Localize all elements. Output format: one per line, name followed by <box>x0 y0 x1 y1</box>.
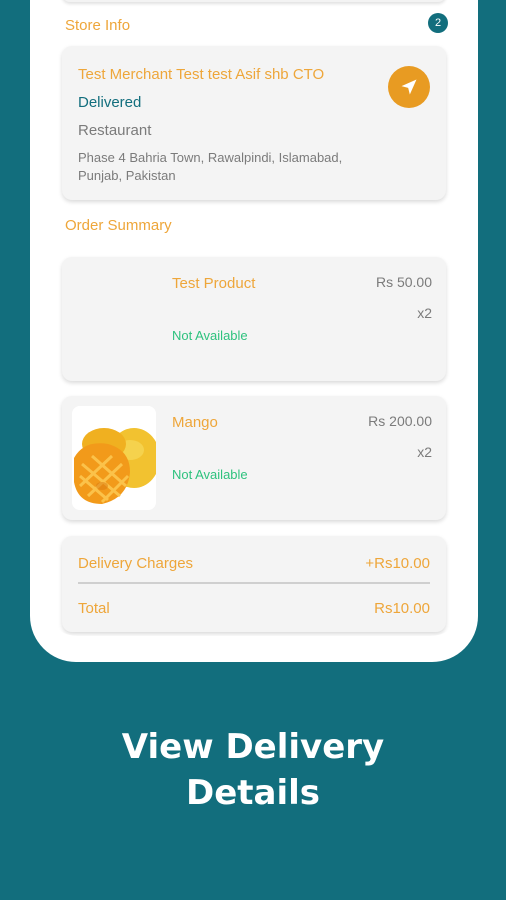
app-screen: Store Info 2 Test Merchant Test test Asi… <box>42 0 466 636</box>
promo-headline: View Delivery Details <box>0 724 506 816</box>
charges-summary-card: Delivery Charges +Rs10.00 Total Rs10.00 <box>62 536 446 632</box>
order-item-card[interactable]: Test Product Rs 50.00 x2 Not Available <box>62 257 446 381</box>
previous-card-edge <box>62 0 446 2</box>
product-availability: Not Available <box>172 467 248 482</box>
product-availability: Not Available <box>172 328 248 343</box>
mango-image <box>72 406 156 510</box>
store-info-title: Store Info <box>65 17 131 34</box>
delivery-charges-label: Delivery Charges <box>78 555 194 572</box>
headline-line-1: View Delivery <box>121 727 385 767</box>
order-summary-title: Order Summary <box>65 217 172 234</box>
product-price: Rs 50.00 <box>375 274 432 290</box>
navigation-arrow-icon <box>401 79 417 95</box>
total-label: Total <box>78 600 110 617</box>
delivery-status: Delivered <box>78 94 142 111</box>
delivery-charges-value: +Rs10.00 <box>365 555 430 572</box>
store-name: Test Merchant Test test Asif shb CTO <box>78 66 325 83</box>
product-quantity: x2 <box>417 305 432 321</box>
total-value: Rs10.00 <box>374 600 430 617</box>
navigate-button[interactable] <box>388 66 430 108</box>
store-count-badge: 2 <box>428 13 448 33</box>
store-type: Restaurant <box>78 122 152 139</box>
product-name: Mango <box>172 414 218 431</box>
headline-line-2: Details <box>185 773 321 813</box>
product-price: Rs 200.00 <box>368 413 432 429</box>
product-quantity: x2 <box>417 444 432 460</box>
summary-divider <box>78 582 430 584</box>
product-name: Test Product <box>172 275 256 292</box>
store-address: Phase 4 Bahria Town, Rawalpindi, Islamab… <box>78 150 343 183</box>
order-item-card[interactable]: Mango Rs 200.00 x2 Not Available <box>62 396 446 520</box>
store-card[interactable]: Test Merchant Test test Asif shb CTO Del… <box>62 46 446 200</box>
